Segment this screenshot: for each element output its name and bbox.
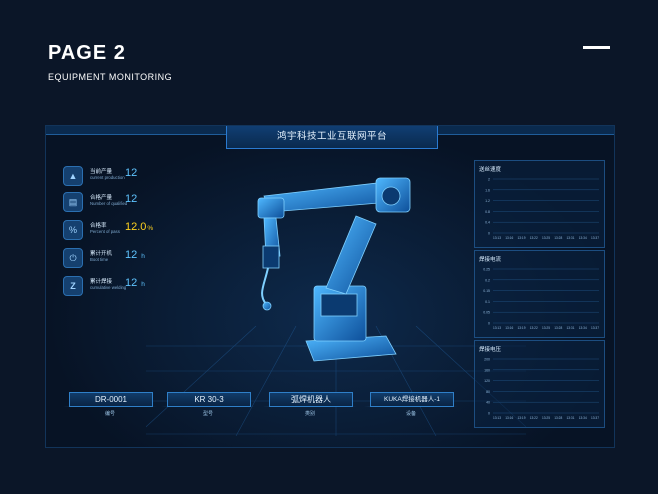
stat-value: 12 h [125, 249, 145, 261]
x-tick-label: 13:37 [591, 416, 599, 420]
y-tick-label: 120 [484, 379, 490, 383]
chart-welding-voltage: 200 160 120 80 40 013:13 13:16 13:19 13:22 13:25 1… [484, 358, 599, 421]
stat-label-en: cumulative welding [90, 285, 127, 290]
stat-value: 12 [125, 193, 137, 205]
x-tick-label: 13:31 [567, 236, 575, 240]
chart-wire-feed-speed: 2 1.6 1.2 0.8 0.4 013:13 13:16 13:19 13:22 13:25 1… [485, 178, 599, 241]
stat-label: 当前产量 [90, 169, 113, 175]
stat-unit: % [147, 225, 154, 232]
y-tick-label: 1.6 [485, 188, 490, 192]
y-tick-label: 0 [488, 412, 490, 416]
info-value[interactable]: KR 30-3 [167, 392, 251, 407]
x-tick-label: 13:19 [518, 326, 526, 330]
info-label: 类别 [304, 411, 315, 417]
stat-value-number: 12 [125, 249, 138, 261]
stat-value-number: 12 [125, 167, 138, 179]
robot-arm-illustration [257, 177, 411, 362]
y-tick-label: 80 [486, 390, 490, 394]
info-label: 型号 [202, 411, 213, 417]
document-icon: ▤ [63, 192, 83, 212]
y-tick-label: 0.1 [485, 300, 490, 304]
stat-unit: h [141, 281, 145, 288]
x-tick-label: 13:13 [493, 236, 501, 240]
stat-label: 累计焊接 [90, 279, 113, 285]
info-value[interactable]: DR-0001 [69, 392, 153, 407]
panel-welding-voltage: 焊接电压 200 160 120 80 40 0 13:13 13:16 13:19 13:22 1… [474, 340, 605, 428]
y-tick-label: 0 [488, 232, 490, 236]
info-model: KR 30-3 型号 [161, 392, 255, 422]
stat-value-number: 12 [125, 193, 138, 205]
percent-icon: % [63, 220, 83, 240]
x-tick-label: 13:25 [542, 236, 550, 240]
stat-label: 累计开机 [90, 251, 113, 257]
x-tick-label: 13:34 [579, 236, 587, 240]
y-tick-label: 160 [484, 368, 490, 372]
power-icon: ⏻ [63, 248, 83, 268]
x-tick-label: 13:25 [542, 326, 550, 330]
x-tick-label: 13:34 [579, 416, 587, 420]
info-label: 设备 [405, 411, 416, 417]
y-tick-label: 0 [488, 322, 490, 326]
x-tick-label: 13:28 [554, 416, 562, 420]
x-tick-label: 13:31 [567, 416, 575, 420]
y-tick-label: 200 [484, 358, 490, 362]
info-device: KUKA焊接机器人-1 设备 [364, 392, 458, 422]
info-category: 弧焊机器人 类别 [263, 392, 357, 422]
y-tick-label: 0.05 [483, 311, 490, 315]
x-tick-label: 13:16 [505, 326, 513, 330]
dashboard-title: 鸿宇科技工业互联网平台 [226, 126, 438, 149]
y-tick-label: 40 [486, 401, 490, 405]
x-tick-label: 13:28 [554, 326, 562, 330]
stat-value: 12.0% [125, 221, 153, 233]
x-tick-label: 13:31 [567, 326, 575, 330]
y-tick-label: 0.15 [483, 289, 490, 293]
stat-label-en: current production [90, 175, 125, 180]
y-tick-label: 0.8 [485, 210, 490, 214]
panel-wire-feed-speed: 送丝速度 2 1.6 1.2 0.8 0.4 0 13:13 13:16 13:19 13:22 1… [474, 160, 605, 248]
info-label: 编号 [104, 411, 115, 417]
x-tick-label: 13:13 [493, 326, 501, 330]
x-tick-label: 13:22 [530, 416, 538, 420]
x-tick-label: 13:16 [505, 236, 513, 240]
stat-label-en: Number of qualified [90, 201, 128, 206]
y-tick-label: 0.2 [485, 278, 490, 282]
y-tick-label: 0.25 [483, 268, 490, 272]
stat-value: 12 h [125, 277, 145, 289]
x-tick-label: 13:19 [518, 236, 526, 240]
info-value[interactable]: 弧焊机器人 [269, 392, 353, 407]
y-tick-label: 2 [488, 178, 490, 182]
stat-value-number: 12.0 [125, 221, 147, 233]
info-serial: DR-0001 编号 [63, 392, 157, 422]
info-value[interactable]: KUKA焊接机器人-1 [370, 392, 454, 407]
x-tick-label: 13:34 [579, 326, 587, 330]
stat-value-number: 12 [125, 277, 138, 289]
x-tick-label: 13:25 [542, 416, 550, 420]
x-tick-label: 13:37 [591, 326, 599, 330]
page-subtitle: EQUIPMENT MONITORING [48, 72, 173, 82]
x-tick-label: 13:16 [505, 416, 513, 420]
x-tick-label: 13:37 [591, 236, 599, 240]
x-tick-label: 13:19 [518, 416, 526, 420]
x-tick-label: 13:22 [530, 236, 538, 240]
stat-label-en: Percent of pass [90, 229, 120, 234]
stat-label: 合格率 [90, 223, 107, 229]
dashboard-frame: 鸿宇科技工业互联网平台 ▲ 当前产量 current production 12… [45, 125, 615, 448]
z-icon: Z [63, 276, 83, 296]
chart-welding-current: 0.25 0.2 0.15 0.1 0.05 013:13 13:16 13:19 13:22 1… [483, 268, 599, 331]
stat-value: 12 [125, 167, 137, 179]
menu-icon[interactable] [583, 46, 610, 49]
stat-unit: h [141, 253, 145, 260]
y-tick-label: 1.2 [485, 199, 490, 203]
stat-label-en: Boot time [90, 257, 109, 262]
panel-welding-current: 焊接电流 0.25 0.2 0.15 0.1 0.05 0 13:13 13:16 13:19 1… [474, 250, 605, 338]
page-title: PAGE 2 [48, 42, 126, 64]
chart-icon: ▲ [63, 166, 83, 186]
x-tick-label: 13:22 [530, 326, 538, 330]
stat-label: 合格产量 [90, 195, 113, 201]
y-tick-label: 0.4 [485, 221, 490, 225]
x-tick-label: 13:13 [493, 416, 501, 420]
x-tick-label: 13:28 [554, 236, 562, 240]
